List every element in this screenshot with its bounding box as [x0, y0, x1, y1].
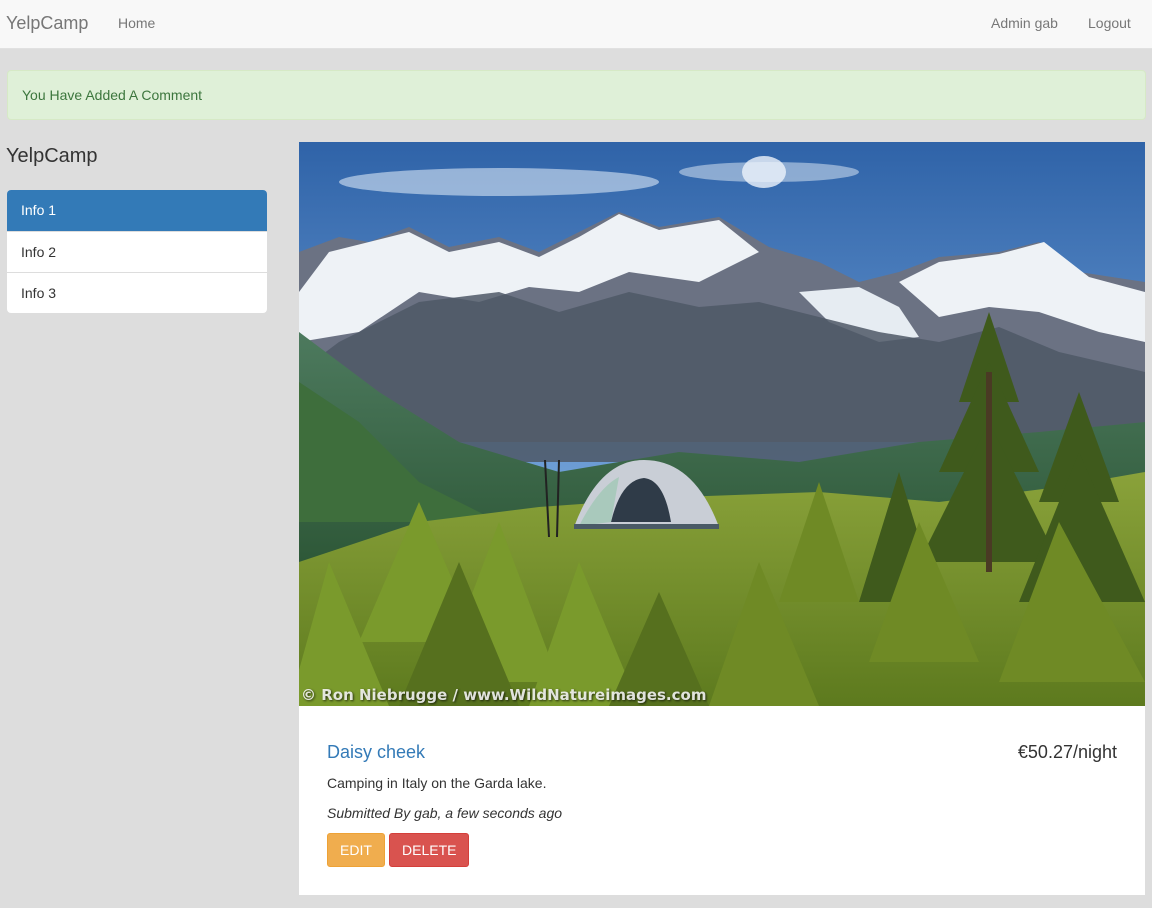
nav-logout-link[interactable]: Logout — [1088, 15, 1131, 31]
sidebar-item-info-2[interactable]: Info 2 — [7, 231, 267, 272]
sidebar-list: Info 1 Info 2 Info 3 — [7, 190, 267, 313]
campground-card: © Ron Niebrugge / www.WildNatureimages.c… — [299, 142, 1145, 895]
sidebar-title: YelpCamp — [6, 145, 98, 167]
delete-button[interactable]: DELETE — [389, 833, 469, 867]
campground-photo: © Ron Niebrugge / www.WildNatureimages.c… — [299, 142, 1145, 706]
flash-success-alert: You Have Added A Comment — [7, 70, 1146, 120]
edit-button[interactable]: EDIT — [327, 833, 385, 867]
photo-watermark: © Ron Niebrugge / www.WildNatureimages.c… — [301, 686, 707, 704]
nav-user-link[interactable]: Admin gab — [991, 15, 1058, 31]
navbar: YelpCamp Home Admin gab Logout — [0, 0, 1152, 49]
campground-name-link[interactable]: Daisy cheek — [327, 742, 425, 763]
brand-link[interactable]: YelpCamp — [6, 13, 88, 34]
campground-price: €50.27/night — [1017, 742, 1117, 762]
campground-submitted-by: Submitted By gab, a few seconds ago — [327, 805, 563, 821]
sidebar-item-info-3[interactable]: Info 3 — [7, 272, 267, 313]
nav-home-link[interactable]: Home — [118, 15, 155, 31]
campground-description: Camping in Italy on the Garda lake. — [327, 775, 547, 791]
sidebar-item-info-1[interactable]: Info 1 — [7, 190, 267, 231]
